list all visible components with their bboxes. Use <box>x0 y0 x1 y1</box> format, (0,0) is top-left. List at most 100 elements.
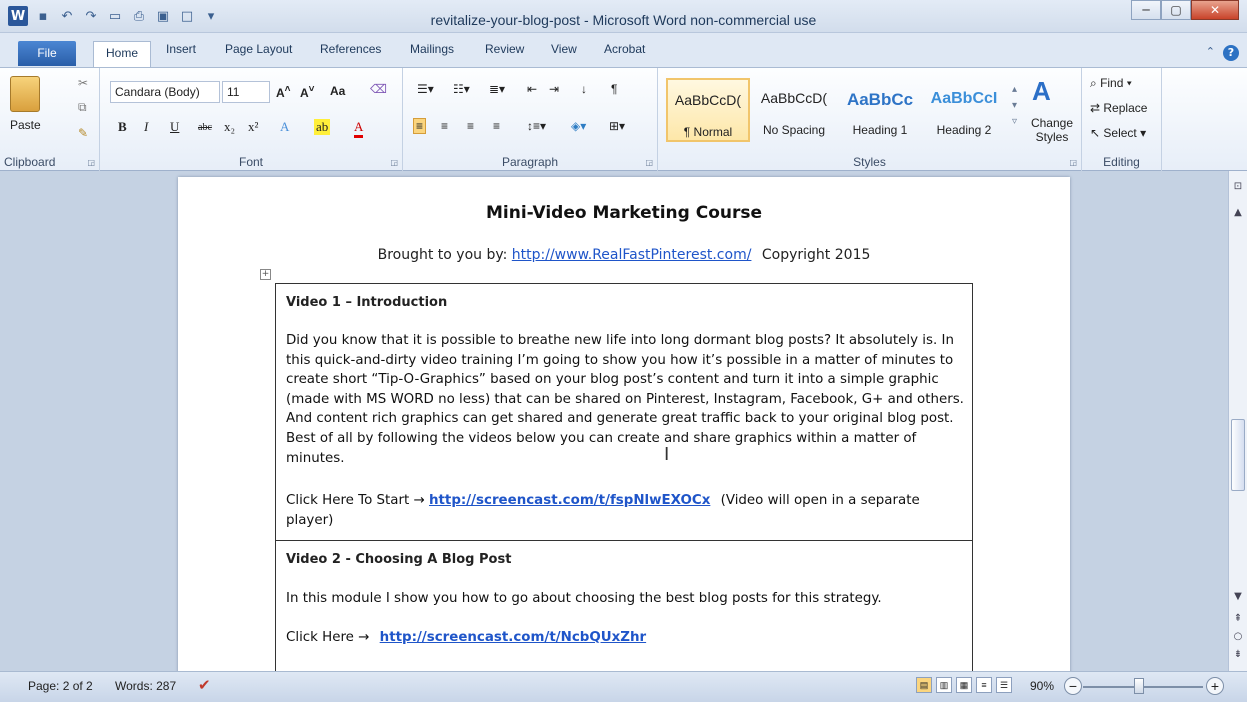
borders-icon[interactable]: ⊞▾ <box>609 119 625 133</box>
style-no-spacing[interactable]: AaBbCcD( No Spacing <box>752 78 836 142</box>
align-left-icon[interactable]: ≡ <box>413 118 427 134</box>
justify-icon[interactable]: ≡ <box>493 119 500 133</box>
paste-button[interactable]: Paste <box>10 118 41 132</box>
outline-icon[interactable]: ≡ <box>976 677 992 693</box>
line-spacing-icon[interactable]: ↕≡▾ <box>527 119 546 133</box>
draft-icon[interactable]: ☰ <box>996 677 1012 693</box>
change-case-button[interactable]: Aa <box>330 84 345 98</box>
styles-scroll-icon[interactable]: ▴ ▾ ▿ <box>1012 82 1017 130</box>
video2-link[interactable]: http://screencast.com/t/NcbQUxZhr <box>380 630 646 645</box>
proofing-icon[interactable]: ✔ <box>198 676 211 694</box>
grow-font-icon[interactable]: A˄ <box>276 84 291 100</box>
tab-view[interactable]: View <box>551 42 577 56</box>
sort-icon[interactable]: ↓ <box>581 82 587 96</box>
text-effects-icon[interactable]: A <box>280 119 289 135</box>
video1-body: Did you know that it is possible to brea… <box>286 333 964 466</box>
byline-link[interactable]: http://www.RealFastPinterest.com/ <box>512 247 752 263</box>
style-sample: AaBbCcD( <box>760 90 828 106</box>
style-normal[interactable]: AaBbCcD( ¶ Normal <box>666 78 750 142</box>
clipboard-launcher-icon[interactable]: ◲ <box>87 158 95 167</box>
font-size-select[interactable]: 11 <box>222 81 270 103</box>
strikethrough-icon[interactable]: abc <box>198 122 212 133</box>
web-layout-icon[interactable]: ▦ <box>956 677 972 693</box>
next-page-icon[interactable]: ⇟ <box>1229 649 1247 660</box>
style-name: No Spacing <box>762 123 826 137</box>
video2-cta: Click Here → <box>286 630 370 645</box>
video1-link[interactable]: http://screencast.com/t/fspNlwEXOCx <box>429 493 710 508</box>
ruler-toggle-icon[interactable]: ⊡ <box>1229 181 1247 192</box>
numbering-icon[interactable]: ☷▾ <box>453 82 470 96</box>
superscript-icon[interactable]: x² <box>248 119 258 135</box>
window-title: revitalize-your-blog-post - Microsoft Wo… <box>430 12 817 28</box>
style-heading-1[interactable]: AaBbCc Heading 1 <box>838 78 922 142</box>
format-painter-icon[interactable]: ✎ <box>78 126 88 140</box>
find-button[interactable]: ⌕ Find ▾ <box>1090 76 1132 91</box>
find-label: Find <box>1100 76 1124 90</box>
scroll-up-icon[interactable]: ▲ <box>1229 207 1247 218</box>
print-layout-icon[interactable]: ▤ <box>916 677 932 693</box>
select-button[interactable]: ↖ Select ▾ <box>1090 126 1146 140</box>
zoom-level[interactable]: 90% <box>1030 679 1054 693</box>
show-formatting-icon[interactable]: ¶ <box>611 82 617 96</box>
video2-heading: Video 2 - Choosing A Blog Post <box>286 552 512 567</box>
word-count[interactable]: Words: 287 <box>115 679 176 693</box>
previous-page-icon[interactable]: ⇞ <box>1229 613 1247 624</box>
underline-icon[interactable]: U <box>170 119 179 135</box>
tab-file[interactable]: File <box>18 41 76 66</box>
zoom-in-icon[interactable]: + <box>1206 677 1224 695</box>
copy-icon[interactable]: ⧉ <box>78 100 87 115</box>
video1-heading: Video 1 – Introduction <box>286 295 448 310</box>
decrease-indent-icon[interactable]: ⇤ <box>527 82 537 96</box>
subscript-icon[interactable]: x₂ <box>224 119 235 135</box>
help-icon[interactable]: ? <box>1223 45 1239 61</box>
tab-insert[interactable]: Insert <box>166 42 196 56</box>
table-cell-video2[interactable]: Video 2 - Choosing A Blog Post In this m… <box>275 540 973 671</box>
tab-mailings[interactable]: Mailings <box>410 42 454 56</box>
document-page[interactable]: Mini-Video Marketing Course Brought to y… <box>178 177 1070 671</box>
clear-formatting-icon[interactable]: ⌫ <box>370 82 387 96</box>
full-screen-reading-icon[interactable]: ▥ <box>936 677 952 693</box>
replace-label: Replace <box>1103 101 1148 115</box>
tab-home[interactable]: Home <box>93 41 151 68</box>
table-move-handle-icon[interactable]: + <box>260 269 271 280</box>
minimize-ribbon-icon[interactable]: ⌃ <box>1206 45 1215 61</box>
font-color-icon[interactable]: A <box>354 119 364 138</box>
change-styles-icon[interactable]: A <box>1032 76 1051 107</box>
zoom-slider-knob[interactable] <box>1134 678 1144 694</box>
change-styles-button[interactable]: Change Styles <box>1030 116 1074 144</box>
multilevel-list-icon[interactable]: ≣▾ <box>489 82 505 96</box>
paragraph-launcher-icon[interactable]: ◲ <box>645 158 653 167</box>
align-right-icon[interactable]: ≡ <box>467 119 474 133</box>
tab-references[interactable]: References <box>320 42 381 56</box>
bold-icon[interactable]: B <box>118 119 127 135</box>
highlight-icon[interactable]: ab <box>314 119 331 135</box>
font-family-select[interactable]: Candara (Body) <box>110 81 220 103</box>
styles-launcher-icon[interactable]: ◲ <box>1069 158 1077 167</box>
byline-prefix: Brought to you by: <box>377 247 508 263</box>
tab-page-layout[interactable]: Page Layout <box>225 42 292 56</box>
bullets-icon[interactable]: ☰▾ <box>417 82 434 96</box>
tab-review[interactable]: Review <box>485 42 524 56</box>
maximize-button[interactable]: ▢ <box>1161 0 1191 20</box>
increase-indent-icon[interactable]: ⇥ <box>549 82 559 96</box>
font-launcher-icon[interactable]: ◲ <box>390 158 398 167</box>
page-count[interactable]: Page: 2 of 2 <box>28 679 93 693</box>
close-button[interactable]: ✕ <box>1191 0 1239 20</box>
shrink-font-icon[interactable]: A˅ <box>300 84 315 100</box>
replace-button[interactable]: ⇄ Replace <box>1090 101 1147 115</box>
select-browse-object-icon[interactable]: ○ <box>1229 631 1247 642</box>
style-heading-2[interactable]: AaBbCcI Heading 2 <box>922 78 1006 142</box>
table-cell-video1[interactable]: Video 1 – Introduction Did you know that… <box>275 283 973 541</box>
italic-icon[interactable]: I <box>144 119 148 135</box>
select-icon: ↖ <box>1090 126 1104 140</box>
minimize-button[interactable]: ─ <box>1131 0 1161 20</box>
scroll-down-icon[interactable]: ▼ <box>1229 591 1247 602</box>
zoom-out-icon[interactable]: − <box>1064 677 1082 695</box>
cut-icon[interactable]: ✂ <box>78 76 88 90</box>
tab-acrobat[interactable]: Acrobat <box>604 42 645 56</box>
align-center-icon[interactable]: ≡ <box>441 119 448 133</box>
scroll-thumb[interactable] <box>1231 419 1245 491</box>
vertical-scrollbar[interactable]: ⊡ ▲ ▼ ⇞ ○ ⇟ <box>1228 171 1247 671</box>
paste-icon[interactable] <box>10 76 40 112</box>
shading-icon[interactable]: ◈▾ <box>571 119 586 133</box>
